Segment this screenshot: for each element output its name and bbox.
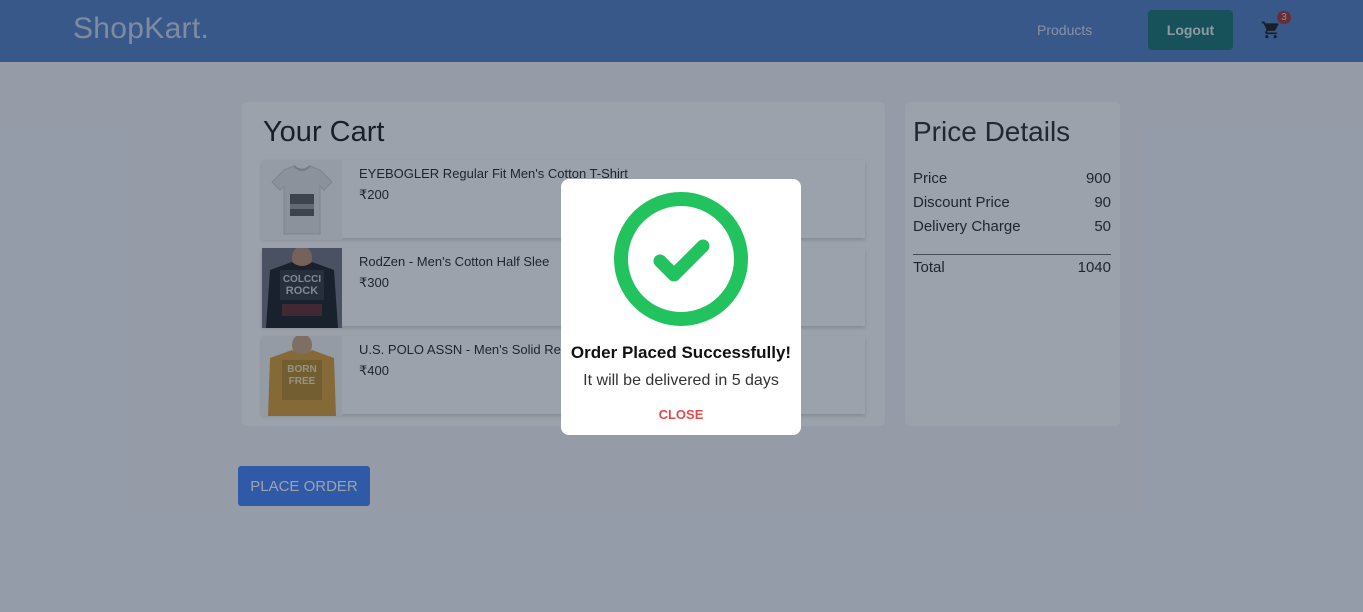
- close-button[interactable]: CLOSE: [646, 404, 716, 424]
- check-circle-icon: [614, 192, 748, 326]
- order-success-modal: Order Placed Successfully! It will be de…: [561, 179, 801, 435]
- modal-heading: Order Placed Successfully!: [570, 343, 792, 362]
- modal-message: It will be delivered in 5 days: [583, 372, 779, 389]
